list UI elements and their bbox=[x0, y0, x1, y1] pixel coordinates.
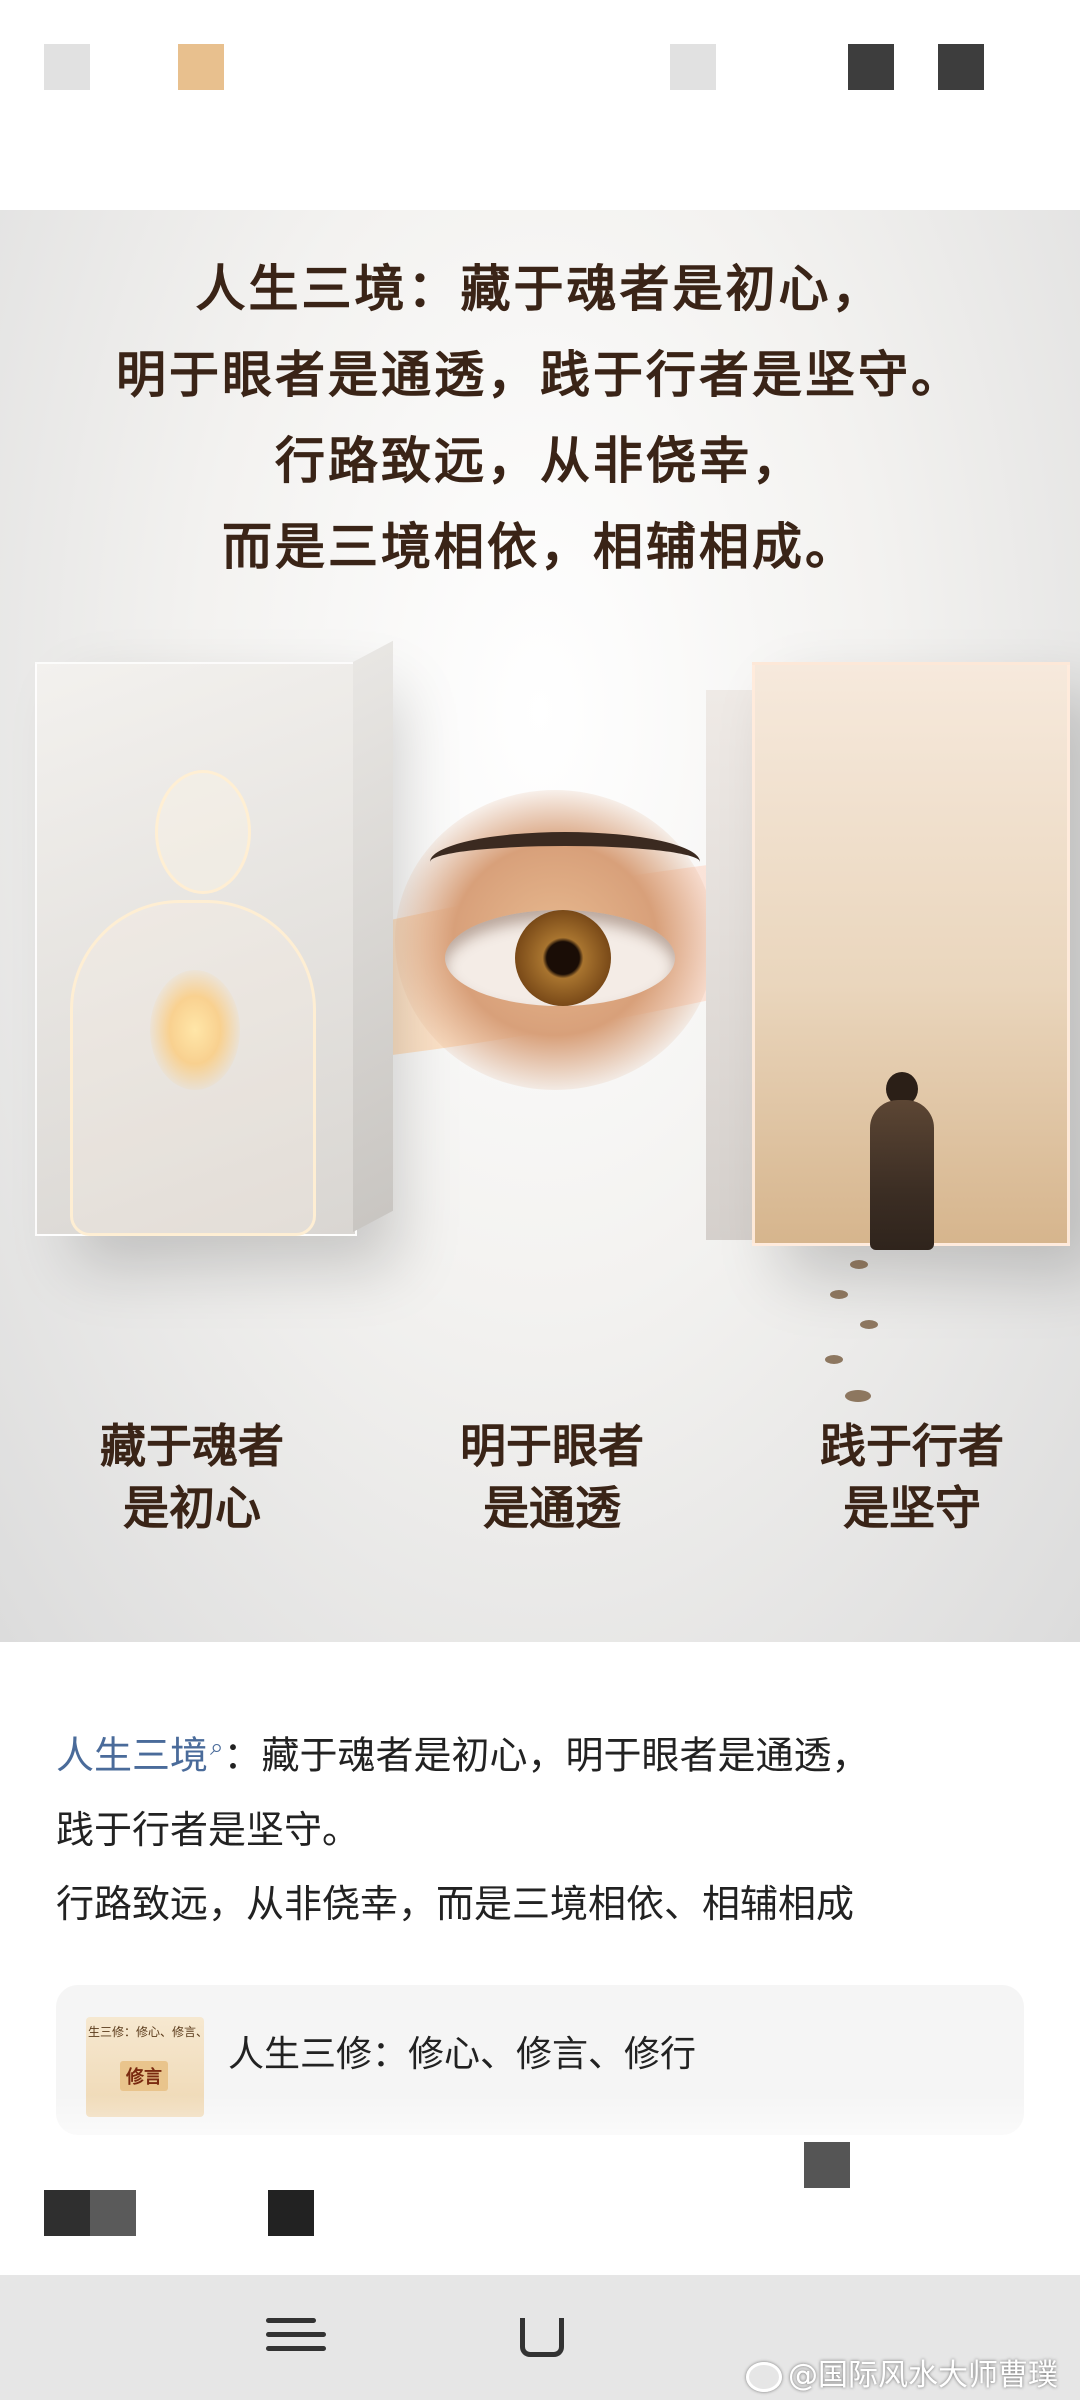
article-paragraph-1: 人生三境⌕：藏于魂者是初心，明于眼者是通透， bbox=[56, 1710, 1026, 1793]
caption-walk: 践于行者 是坚守 bbox=[762, 1415, 1062, 1539]
topic-link[interactable]: 人生三境 bbox=[56, 1734, 208, 1778]
footprint bbox=[825, 1355, 843, 1364]
caption-walk-line-1: 践于行者 bbox=[820, 1419, 1004, 1473]
watermark-text: @国际风水大师曹璞 bbox=[788, 2358, 1058, 2393]
status-block-5 bbox=[938, 44, 984, 90]
status-block-1 bbox=[44, 44, 90, 90]
footprint bbox=[850, 1260, 868, 1269]
home-icon[interactable] bbox=[520, 2318, 564, 2357]
hero-title-line-4: 而是三境相依，相辅相成。 bbox=[222, 517, 858, 576]
hero-title-line-1: 人生三境：藏于魂者是初心， bbox=[195, 259, 885, 318]
status-bar bbox=[0, 0, 1080, 210]
weibo-icon bbox=[746, 2361, 782, 2392]
status-block-2 bbox=[178, 44, 224, 90]
related-title: 人生三修：修心、修言、修行 bbox=[228, 2034, 697, 2075]
article-paragraph-3: 行路致远，从非侥幸，而是三境相依、相辅相成 bbox=[56, 1881, 855, 1926]
caption-soul: 藏于魂者 是初心 bbox=[42, 1415, 342, 1539]
thumbnail-tag: 修言 bbox=[120, 2061, 168, 2091]
status-block-4 bbox=[848, 44, 894, 90]
action-block-2[interactable] bbox=[90, 2190, 136, 2236]
eyebrow bbox=[430, 832, 700, 892]
article-paragraph-2: 践于行者是坚守。 bbox=[56, 1807, 361, 1852]
footprint bbox=[860, 1320, 878, 1329]
action-block-1[interactable] bbox=[44, 2190, 90, 2236]
article-body: 人生三境⌕：藏于魂者是初心，明于眼者是通透， 践于行者是坚守。 行路致远，从非侥… bbox=[56, 1710, 1026, 1941]
caption-eye-line-1: 明于眼者 bbox=[460, 1419, 644, 1473]
footprint bbox=[830, 1290, 848, 1299]
caption-eye-line-2: 是通透 bbox=[483, 1481, 621, 1535]
caption-eye: 明于眼者 是通透 bbox=[402, 1415, 702, 1539]
walk-panel-side bbox=[706, 690, 754, 1240]
watermark: @国际风水大师曹璞 bbox=[746, 2350, 1058, 2394]
footprint bbox=[845, 1390, 871, 1402]
caption-walk-line-2: 是坚守 bbox=[843, 1481, 981, 1535]
hero-title-line-2: 明于眼者是通透，践于行者是坚守。 bbox=[116, 345, 964, 404]
human-head-outline bbox=[155, 770, 251, 894]
caption-soul-line-2: 是初心 bbox=[123, 1481, 261, 1535]
status-block-3 bbox=[670, 44, 716, 90]
menu-icon[interactable] bbox=[266, 2318, 326, 2358]
action-block-4[interactable] bbox=[804, 2142, 850, 2188]
hero-title: 人生三境：藏于魂者是初心， 明于眼者是通透，践于行者是坚守。 行路致远，从非侥幸… bbox=[0, 246, 1080, 590]
search-icon[interactable]: ⌕ bbox=[210, 1733, 223, 1761]
thumbnail-text: 生三修：修心、修言、修 bbox=[88, 2025, 204, 2039]
caption-soul-line-1: 藏于魂者 bbox=[100, 1419, 284, 1473]
soul-panel-side bbox=[353, 640, 393, 1232]
heart-glow-icon bbox=[150, 970, 240, 1090]
hero-image[interactable]: 人生三境：藏于魂者是初心， 明于眼者是通透，践于行者是坚守。 行路致远，从非侥幸… bbox=[0, 210, 1080, 1642]
action-bar bbox=[0, 2110, 1080, 2275]
walker-figure bbox=[870, 1100, 934, 1250]
hero-title-line-3: 行路致远，从非侥幸， bbox=[275, 431, 805, 490]
action-block-3[interactable] bbox=[268, 2190, 314, 2236]
eye-iris bbox=[515, 910, 611, 1006]
article-paragraph-1-text: ：藏于魂者是初心，明于眼者是通透， bbox=[223, 1733, 870, 1778]
